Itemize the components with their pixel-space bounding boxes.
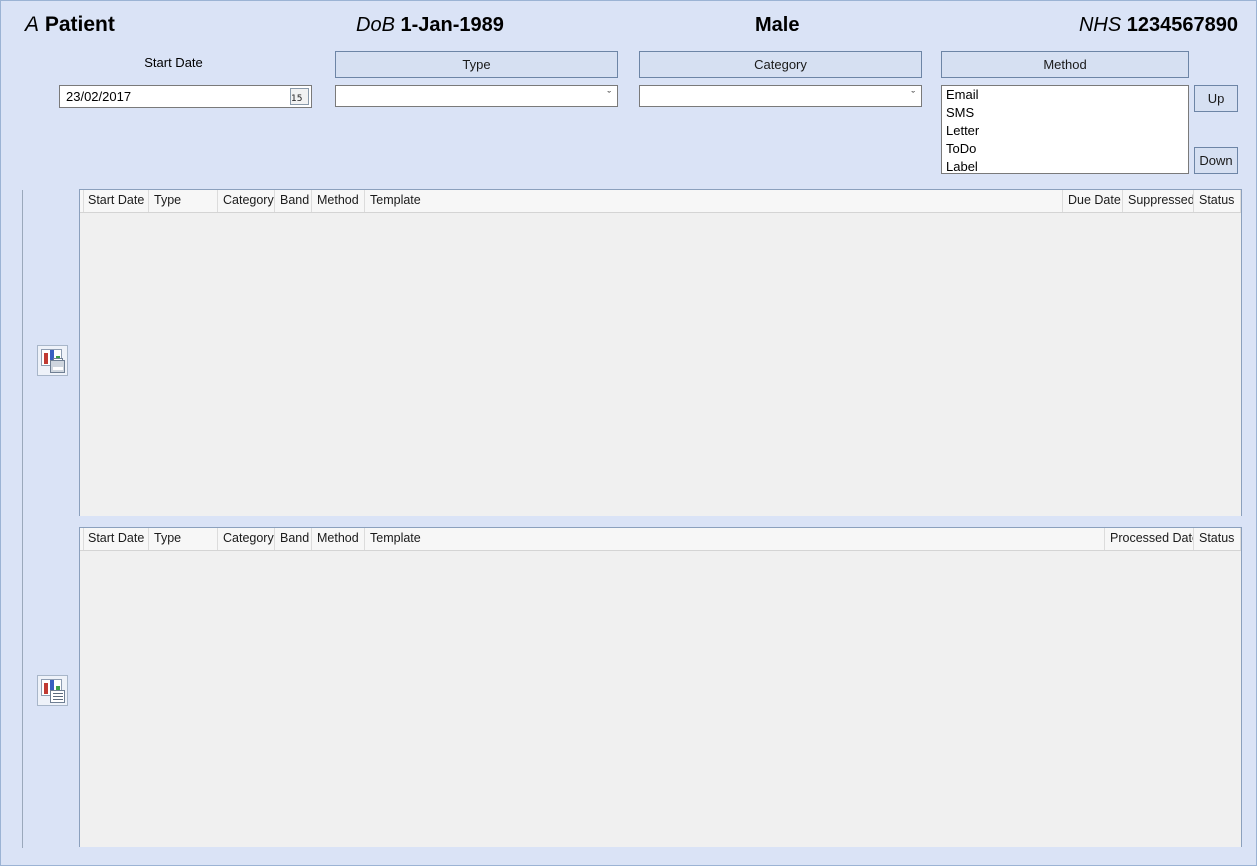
printer-output: [53, 367, 63, 370]
patient-surname: Patient: [44, 13, 115, 36]
patient-name-prefix: A: [25, 13, 40, 36]
start-date-input[interactable]: 23/02/2017 15: [59, 85, 312, 108]
scheduled-grid-header: Start Date Type Category Band Method Template…: [80, 190, 1241, 213]
method-list-item[interactable]: ToDo: [942, 140, 1188, 158]
column-header[interactable]: Band: [275, 528, 312, 550]
move-down-button[interactable]: Down: [1194, 147, 1238, 174]
column-header[interactable]: Template: [365, 190, 1063, 212]
type-title: Type: [335, 51, 618, 78]
patient-name: A Patient: [25, 13, 115, 37]
column-header[interactable]: Method: [312, 528, 365, 550]
category-title: Category: [639, 51, 922, 78]
start-date-label: Start Date: [144, 55, 203, 70]
list-line: [53, 699, 63, 700]
method-listbox[interactable]: Email SMS Letter ToDo Label: [941, 85, 1189, 174]
column-header[interactable]: Due Date: [1063, 190, 1123, 212]
column-header[interactable]: Template: [365, 528, 1105, 550]
column-header[interactable]: Category: [218, 190, 275, 212]
list-glyph: [50, 690, 65, 703]
calendar-icon-day: 15: [291, 94, 303, 104]
method-title: Method: [941, 51, 1189, 78]
column-header[interactable]: Processed Date: [1105, 528, 1194, 550]
patient-sex: Male: [755, 14, 800, 36]
nhs-label: NHS: [1078, 14, 1122, 36]
patient-dob: DoB 1-Jan-1989: [356, 14, 504, 37]
method-list-item[interactable]: Email: [942, 86, 1188, 104]
method-list-item[interactable]: Letter: [942, 122, 1188, 140]
chart-bar-red: [44, 353, 48, 364]
patient-communications-window: A Patient DoB 1-Jan-1989 Male NHS 123456…: [0, 0, 1257, 866]
move-up-button[interactable]: Up: [1194, 85, 1238, 112]
chevron-down-icon: ˇ: [911, 90, 915, 102]
column-header[interactable]: Type: [149, 190, 218, 212]
calendar-icon[interactable]: 15: [290, 88, 309, 105]
column-header[interactable]: Start Date: [83, 190, 149, 212]
scheduled-grid-body[interactable]: [80, 213, 1241, 516]
column-header[interactable]: Status: [1194, 190, 1241, 212]
vertical-splitter[interactable]: [22, 190, 23, 848]
category-dropdown[interactable]: ˇ: [639, 85, 922, 107]
dob-value: 1-Jan-1989: [400, 14, 504, 36]
chart-bar-red: [44, 683, 48, 694]
column-header[interactable]: Category: [218, 528, 275, 550]
start-date-value: 23/02/2017: [66, 89, 132, 104]
nhs-value: 1234567890: [1126, 14, 1238, 36]
patient-header: A Patient DoB 1-Jan-1989 Male NHS 123456…: [1, 1, 1256, 48]
column-header[interactable]: Band: [275, 190, 312, 212]
list-line: [53, 693, 63, 694]
type-dropdown[interactable]: ˇ: [335, 85, 618, 107]
processed-communications-grid[interactable]: Start Date Type Category Band Method Template…: [79, 527, 1242, 847]
method-list-item[interactable]: Label: [942, 158, 1188, 173]
list-line: [53, 696, 63, 697]
column-header[interactable]: Type: [149, 528, 218, 550]
dob-label: DoB: [356, 14, 395, 36]
patient-nhs: NHS 1234567890: [1079, 14, 1238, 37]
chevron-down-icon: ˇ: [607, 90, 611, 102]
column-header[interactable]: Suppressed: [1123, 190, 1194, 212]
column-header[interactable]: Status: [1194, 528, 1241, 550]
processed-grid-header: Start Date Type Category Band Method Template…: [80, 528, 1241, 551]
processed-grid-body[interactable]: [80, 551, 1241, 847]
chart-list-icon[interactable]: [37, 675, 68, 706]
column-header[interactable]: Start Date: [83, 528, 149, 550]
printer-paper: [53, 358, 63, 361]
chart-print-icon[interactable]: [37, 345, 68, 376]
method-list-item[interactable]: SMS: [942, 104, 1188, 122]
column-header[interactable]: Method: [312, 190, 365, 212]
printer-glyph: [50, 358, 65, 373]
scheduled-communications-grid[interactable]: Start Date Type Category Band Method Template…: [79, 189, 1242, 516]
